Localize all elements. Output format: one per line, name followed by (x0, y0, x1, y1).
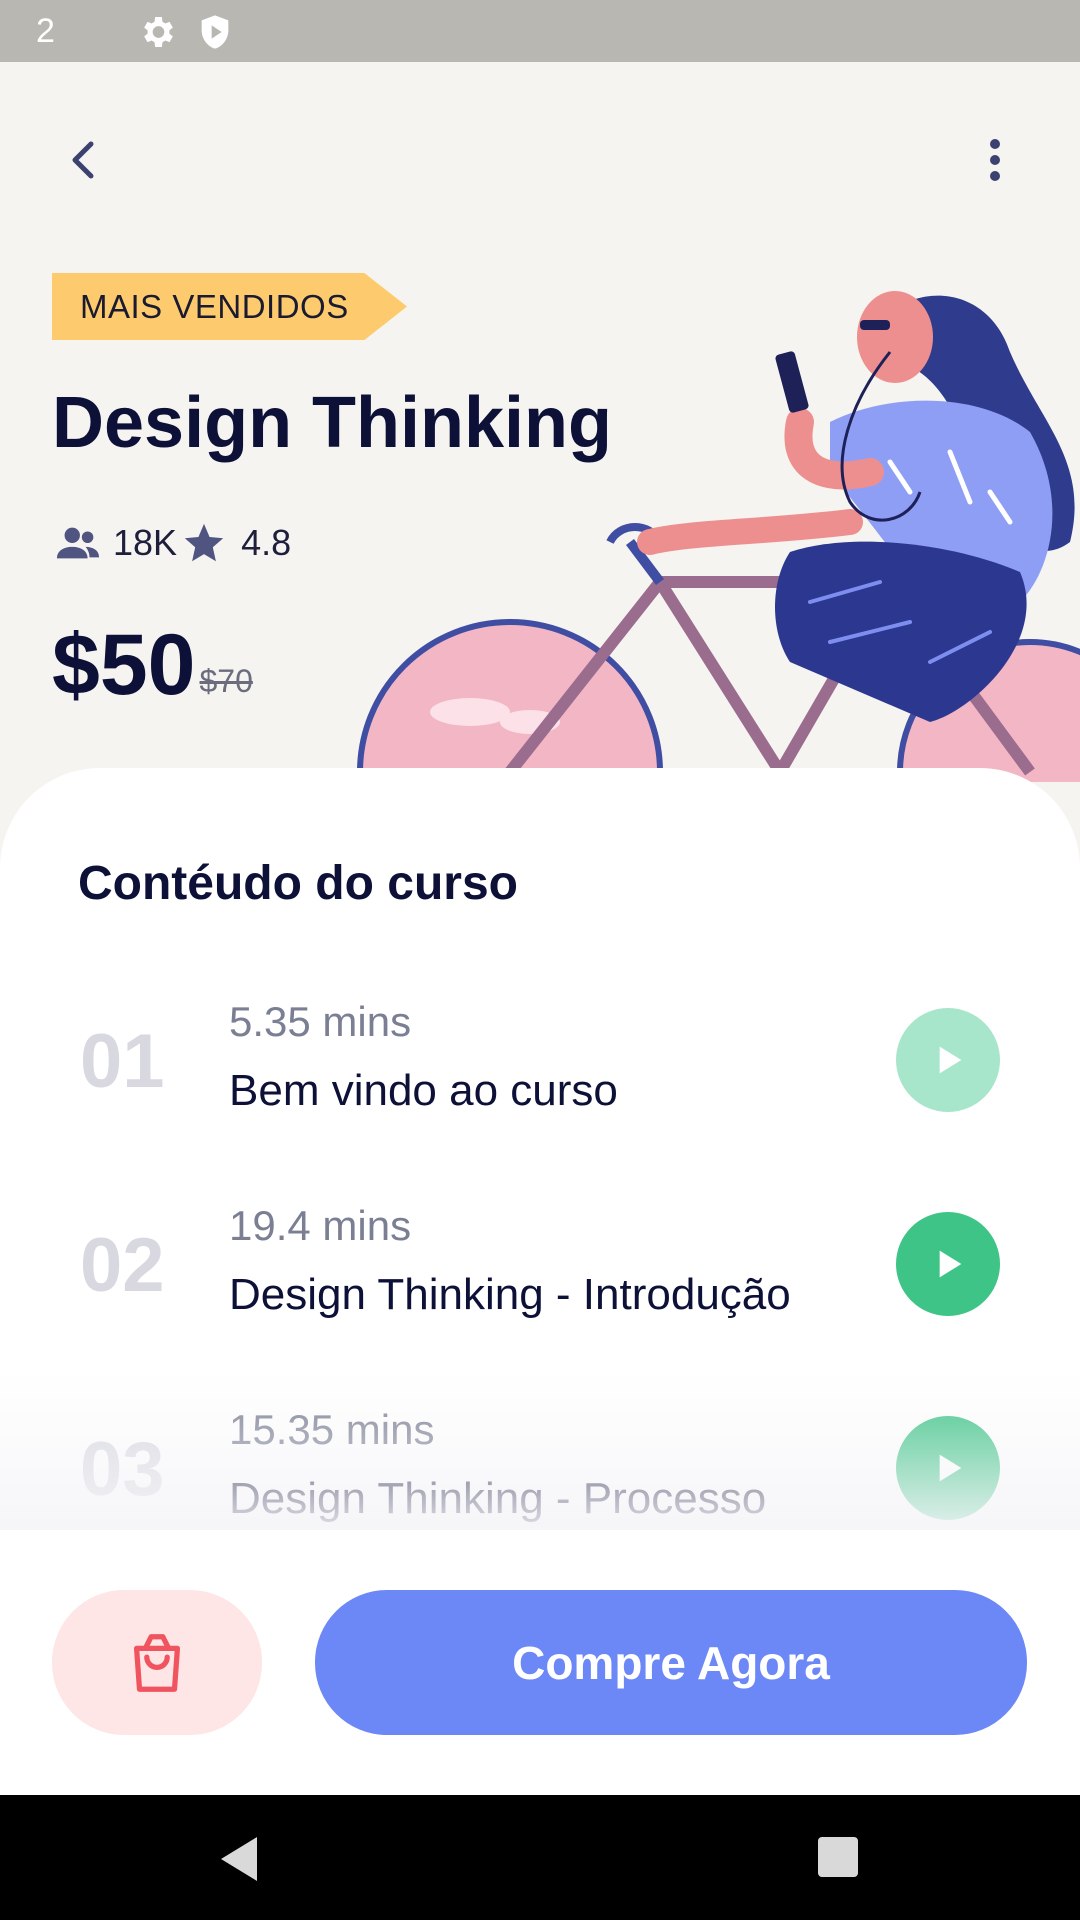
lesson-item[interactable]: 02 19.4 mins Design Thinking - Introduçã… (0, 1182, 1080, 1362)
old-price: $70 (199, 663, 253, 699)
cart-button[interactable] (52, 1590, 262, 1735)
lesson-number: 03 (80, 1427, 165, 1512)
lesson-duration: 5.35 mins (229, 998, 412, 1045)
more-vertical-icon[interactable] (970, 130, 1020, 190)
play-icon (939, 1454, 962, 1482)
nav-back-icon[interactable] (215, 1833, 265, 1885)
lesson-title: Design Thinking - Introdução (229, 1270, 791, 1319)
chevron-left-icon[interactable] (55, 130, 115, 190)
content-title: Contéudo do curso (78, 857, 518, 910)
play-icon (939, 1046, 962, 1074)
bestseller-badge: MAIS VENDIDOS (52, 273, 407, 340)
cyclist-illustration (357, 291, 1080, 782)
play-button[interactable] (896, 1416, 1000, 1520)
status-bar: 2 (0, 0, 1080, 62)
rating-value: 4.8 (241, 522, 292, 563)
price-block: $50 $70 (52, 622, 253, 708)
users-icon (56, 527, 100, 559)
current-price: $50 (52, 617, 196, 713)
students-count: 18K (113, 522, 178, 563)
play-icon (939, 1250, 962, 1278)
bottom-action-bar: Compre Agora (0, 1530, 1080, 1795)
system-nav-bar (0, 1795, 1080, 1920)
lesson-item[interactable]: 01 5.35 mins Bem vindo ao curso (0, 978, 1080, 1158)
gear-icon (144, 17, 173, 47)
buy-now-button[interactable]: Compre Agora (315, 1590, 1027, 1735)
status-time: 2 (36, 12, 55, 50)
star-icon (184, 523, 224, 562)
lesson-title: Design Thinking - Processo (229, 1474, 767, 1523)
nav-recents-icon[interactable] (818, 1837, 858, 1877)
lesson-duration: 19.4 mins (229, 1202, 412, 1249)
course-stats: 18K 4.8 (55, 520, 291, 566)
lesson-title: Bem vindo ao curso (229, 1066, 618, 1115)
course-hero: MAIS VENDIDOS Design Thinking 18K 4.8 $5… (0, 62, 1080, 782)
shopping-bag-icon (133, 1633, 181, 1692)
shield-icon (201, 15, 229, 49)
lesson-duration: 15.35 mins (229, 1406, 435, 1453)
lesson-number: 02 (80, 1223, 165, 1308)
play-button[interactable] (896, 1212, 1000, 1316)
lesson-number: 01 (80, 1019, 165, 1104)
play-button[interactable] (896, 1008, 1000, 1112)
course-title: Design Thinking (52, 383, 613, 463)
